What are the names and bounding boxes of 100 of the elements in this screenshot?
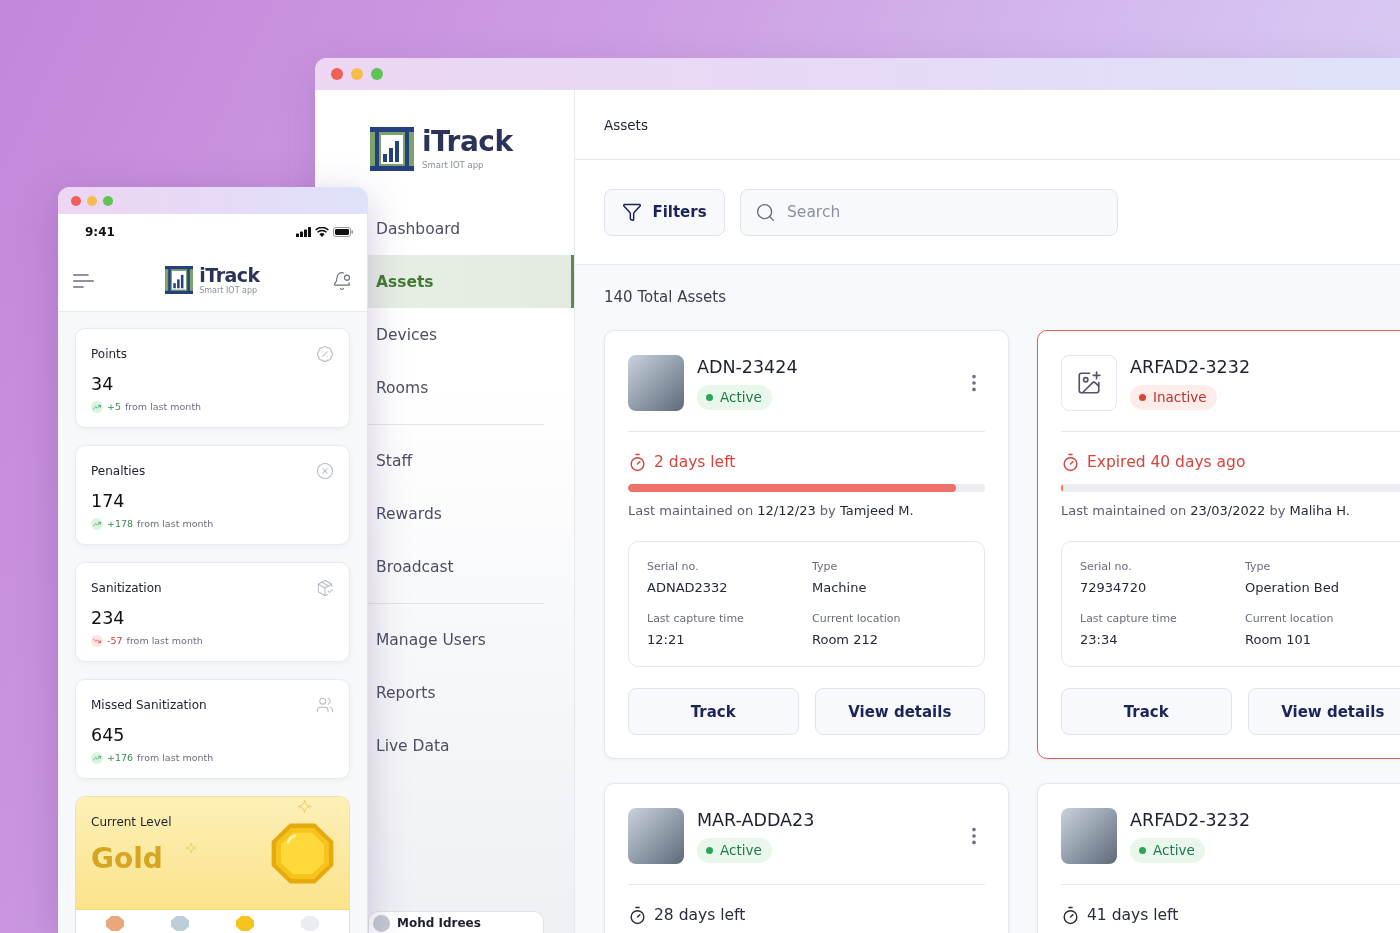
- nav-item[interactable]: Reports: [368, 666, 574, 719]
- detail-label: Current location: [812, 612, 902, 626]
- zoom-window-icon[interactable]: [103, 195, 113, 206]
- logo-icon: [370, 127, 414, 171]
- page-title: Assets: [604, 116, 648, 133]
- detail-label: Type: [1245, 560, 1272, 574]
- minimize-window-icon[interactable]: [351, 68, 363, 80]
- status-dot-icon: [1139, 846, 1146, 854]
- level-value: Gold: [91, 842, 164, 876]
- bell-icon[interactable]: [332, 270, 352, 291]
- nav-item[interactable]: Rewards: [368, 487, 574, 540]
- due-status: 41 days left: [1087, 905, 1179, 925]
- maintenance-note: Last maintained on 23/03/2022 by Maliha H.: [1061, 502, 1351, 519]
- timer-icon: [628, 905, 647, 925]
- stat-value: 174: [91, 490, 126, 512]
- stat-label: Points: [91, 346, 128, 362]
- detail-label: Serial no.: [1080, 560, 1133, 574]
- wifi-icon: [315, 227, 329, 237]
- user-name: Mohd Idrees: [397, 915, 481, 931]
- status-label: Active: [720, 841, 762, 859]
- timer-icon: [1061, 452, 1080, 472]
- status-time: 9:41: [85, 225, 115, 239]
- signal-icon: [296, 227, 311, 237]
- stat-label: Penalties: [91, 463, 146, 479]
- detail-label: Current location: [1245, 612, 1335, 626]
- package-check-icon: [316, 579, 334, 597]
- detail-label: Serial no.: [647, 560, 700, 574]
- medal-icon: [271, 823, 334, 884]
- status-dot-icon: [1139, 393, 1146, 401]
- sparkle-icon: [186, 843, 196, 853]
- change-value: +178: [107, 517, 134, 530]
- stat-value: 34: [91, 373, 115, 395]
- nav-item[interactable]: Rooms: [368, 361, 574, 414]
- nav-item[interactable]: Dashboard: [368, 202, 574, 255]
- sparkle-icon: [298, 800, 311, 813]
- status-label: Active: [720, 388, 762, 406]
- change-note: from last month: [126, 634, 203, 647]
- detail-label: Last capture time: [1080, 612, 1178, 626]
- minimize-window-icon[interactable]: [87, 195, 97, 206]
- asset-name: ARFAD2-3232: [1130, 356, 1251, 378]
- nav-item[interactable]: Assets: [368, 255, 574, 308]
- stat-value: 234: [91, 607, 126, 629]
- status-dot-icon: [706, 393, 713, 401]
- view-details-button[interactable]: View details: [1247, 688, 1400, 735]
- detail-value: Machine: [812, 579, 868, 596]
- nav-item[interactable]: Manage Users: [368, 613, 574, 666]
- timer-icon: [628, 452, 647, 472]
- change-value: +5: [107, 400, 121, 413]
- detail-value: 12:21: [647, 631, 686, 648]
- search-icon: [755, 201, 776, 223]
- status-label: Active: [1153, 841, 1195, 859]
- timer-icon: [1061, 905, 1080, 925]
- stat-value: 645: [91, 724, 126, 746]
- nav-item[interactable]: Staff: [368, 434, 574, 487]
- logo-icon: [165, 266, 194, 295]
- brand-name: iTrack: [199, 265, 260, 285]
- status-label: Inactive: [1153, 388, 1207, 406]
- close-window-icon[interactable]: [331, 68, 343, 80]
- status-dot-icon: [706, 846, 713, 854]
- brand-tagline: Smart IOT app: [199, 286, 259, 296]
- detail-value: Room 212: [812, 631, 879, 648]
- stat-label: Missed Sanitization: [91, 697, 207, 713]
- due-status: 2 days left: [654, 452, 736, 472]
- asset-name: ADN-23424: [697, 356, 798, 378]
- circle-x-icon: [316, 462, 334, 480]
- filter-icon: [622, 202, 643, 222]
- change-value: -57: [107, 634, 123, 647]
- detail-value: Operation Bed: [1245, 579, 1340, 596]
- detail-label: Last capture time: [647, 612, 745, 626]
- due-status: Expired 40 days ago: [1087, 452, 1246, 472]
- detail-value: Room 101: [1245, 631, 1312, 648]
- nav-item[interactable]: Broadcast: [368, 540, 574, 593]
- stat-label: Sanitization: [91, 580, 162, 596]
- filters-button[interactable]: Filters: [604, 188, 725, 236]
- asset-name: MAR-ADDA23: [697, 809, 815, 831]
- profile-card[interactable]: Mohd Idrees: [368, 911, 544, 933]
- nav-item[interactable]: Live Data: [368, 719, 574, 772]
- battery-icon: [333, 227, 353, 237]
- menu-icon[interactable]: [73, 273, 94, 288]
- track-button[interactable]: Track: [628, 688, 799, 735]
- change-note: from last month: [137, 751, 214, 764]
- asset-name: ARFAD2-3232: [1130, 809, 1251, 831]
- due-status: 28 days left: [654, 905, 746, 925]
- people-icon: [316, 696, 334, 714]
- view-details-button[interactable]: View details: [814, 688, 985, 735]
- detail-value: ADNAD2332: [647, 579, 729, 596]
- brand-name: iTrack: [422, 127, 513, 156]
- zoom-window-icon[interactable]: [371, 68, 383, 80]
- avatar: [373, 915, 390, 932]
- change-note: from last month: [125, 400, 202, 413]
- level-label: Current Level: [91, 814, 172, 830]
- change-note: from last month: [137, 517, 214, 530]
- search-field[interactable]: Search: [740, 188, 1118, 236]
- detail-value: 23:34: [1080, 631, 1119, 648]
- close-window-icon[interactable]: [71, 195, 81, 206]
- track-button[interactable]: Track: [1061, 688, 1232, 735]
- maintenance-note: Last maintained on 12/12/23 by Tamjeed M.: [628, 502, 915, 519]
- change-value: +176: [107, 751, 134, 764]
- detail-label: Type: [812, 560, 839, 574]
- nav-item[interactable]: Devices: [368, 308, 574, 361]
